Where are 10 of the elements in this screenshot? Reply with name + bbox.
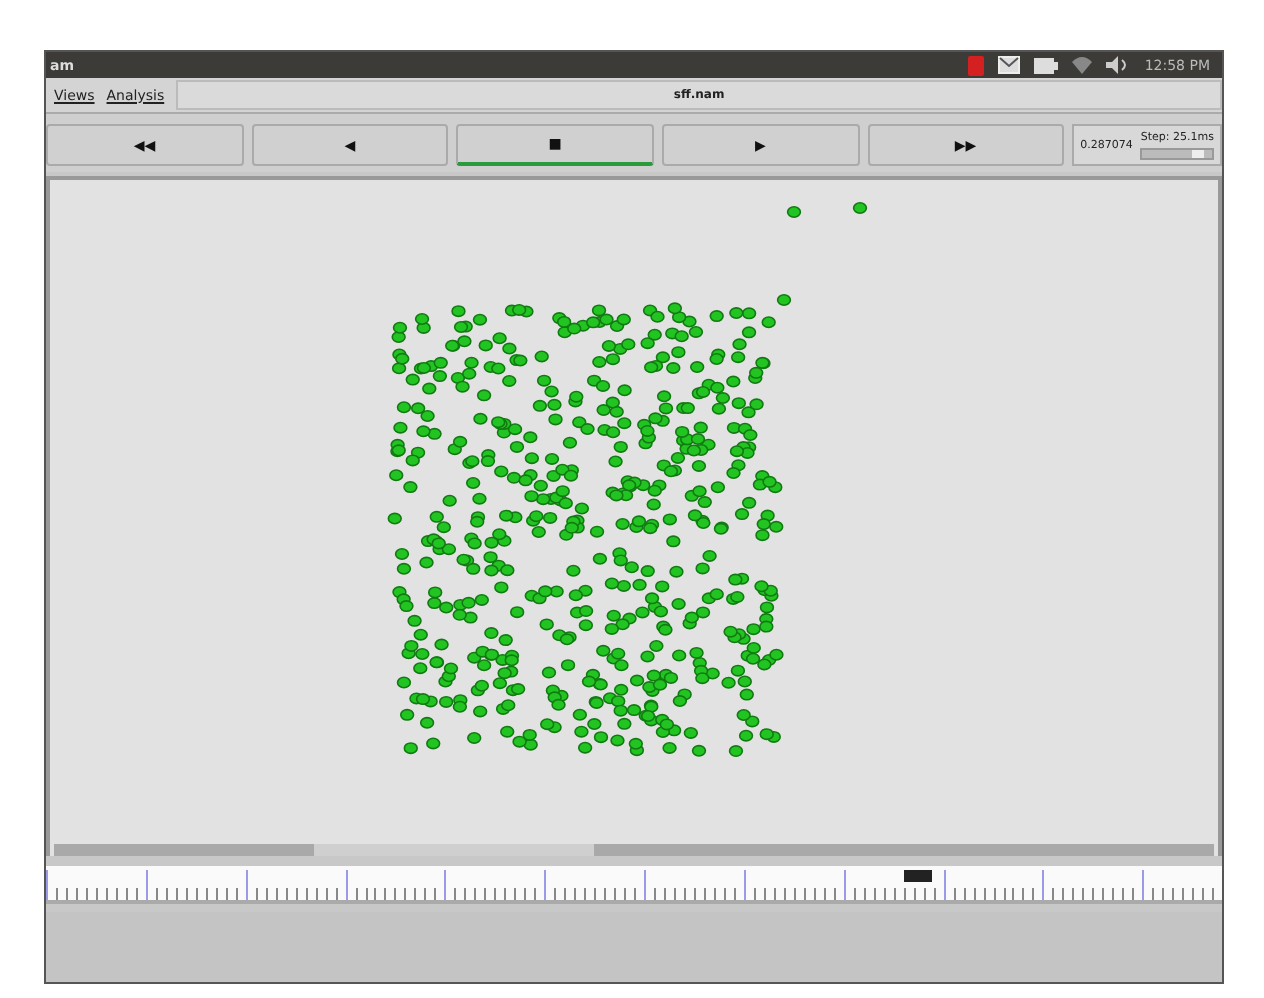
step-slider[interactable] [1140,147,1214,159]
horizontal-scrollbar[interactable] [54,844,1214,856]
scrollbar-thumb[interactable] [314,844,594,856]
timeline-marker[interactable] [904,870,933,882]
battery-icon[interactable] [1034,57,1059,73]
alert-icon[interactable] [968,55,985,75]
wifi-icon[interactable] [1072,56,1093,74]
mail-icon[interactable] [998,56,1021,74]
volume-icon[interactable] [1106,56,1131,74]
slider-thumb[interactable] [1191,149,1204,157]
